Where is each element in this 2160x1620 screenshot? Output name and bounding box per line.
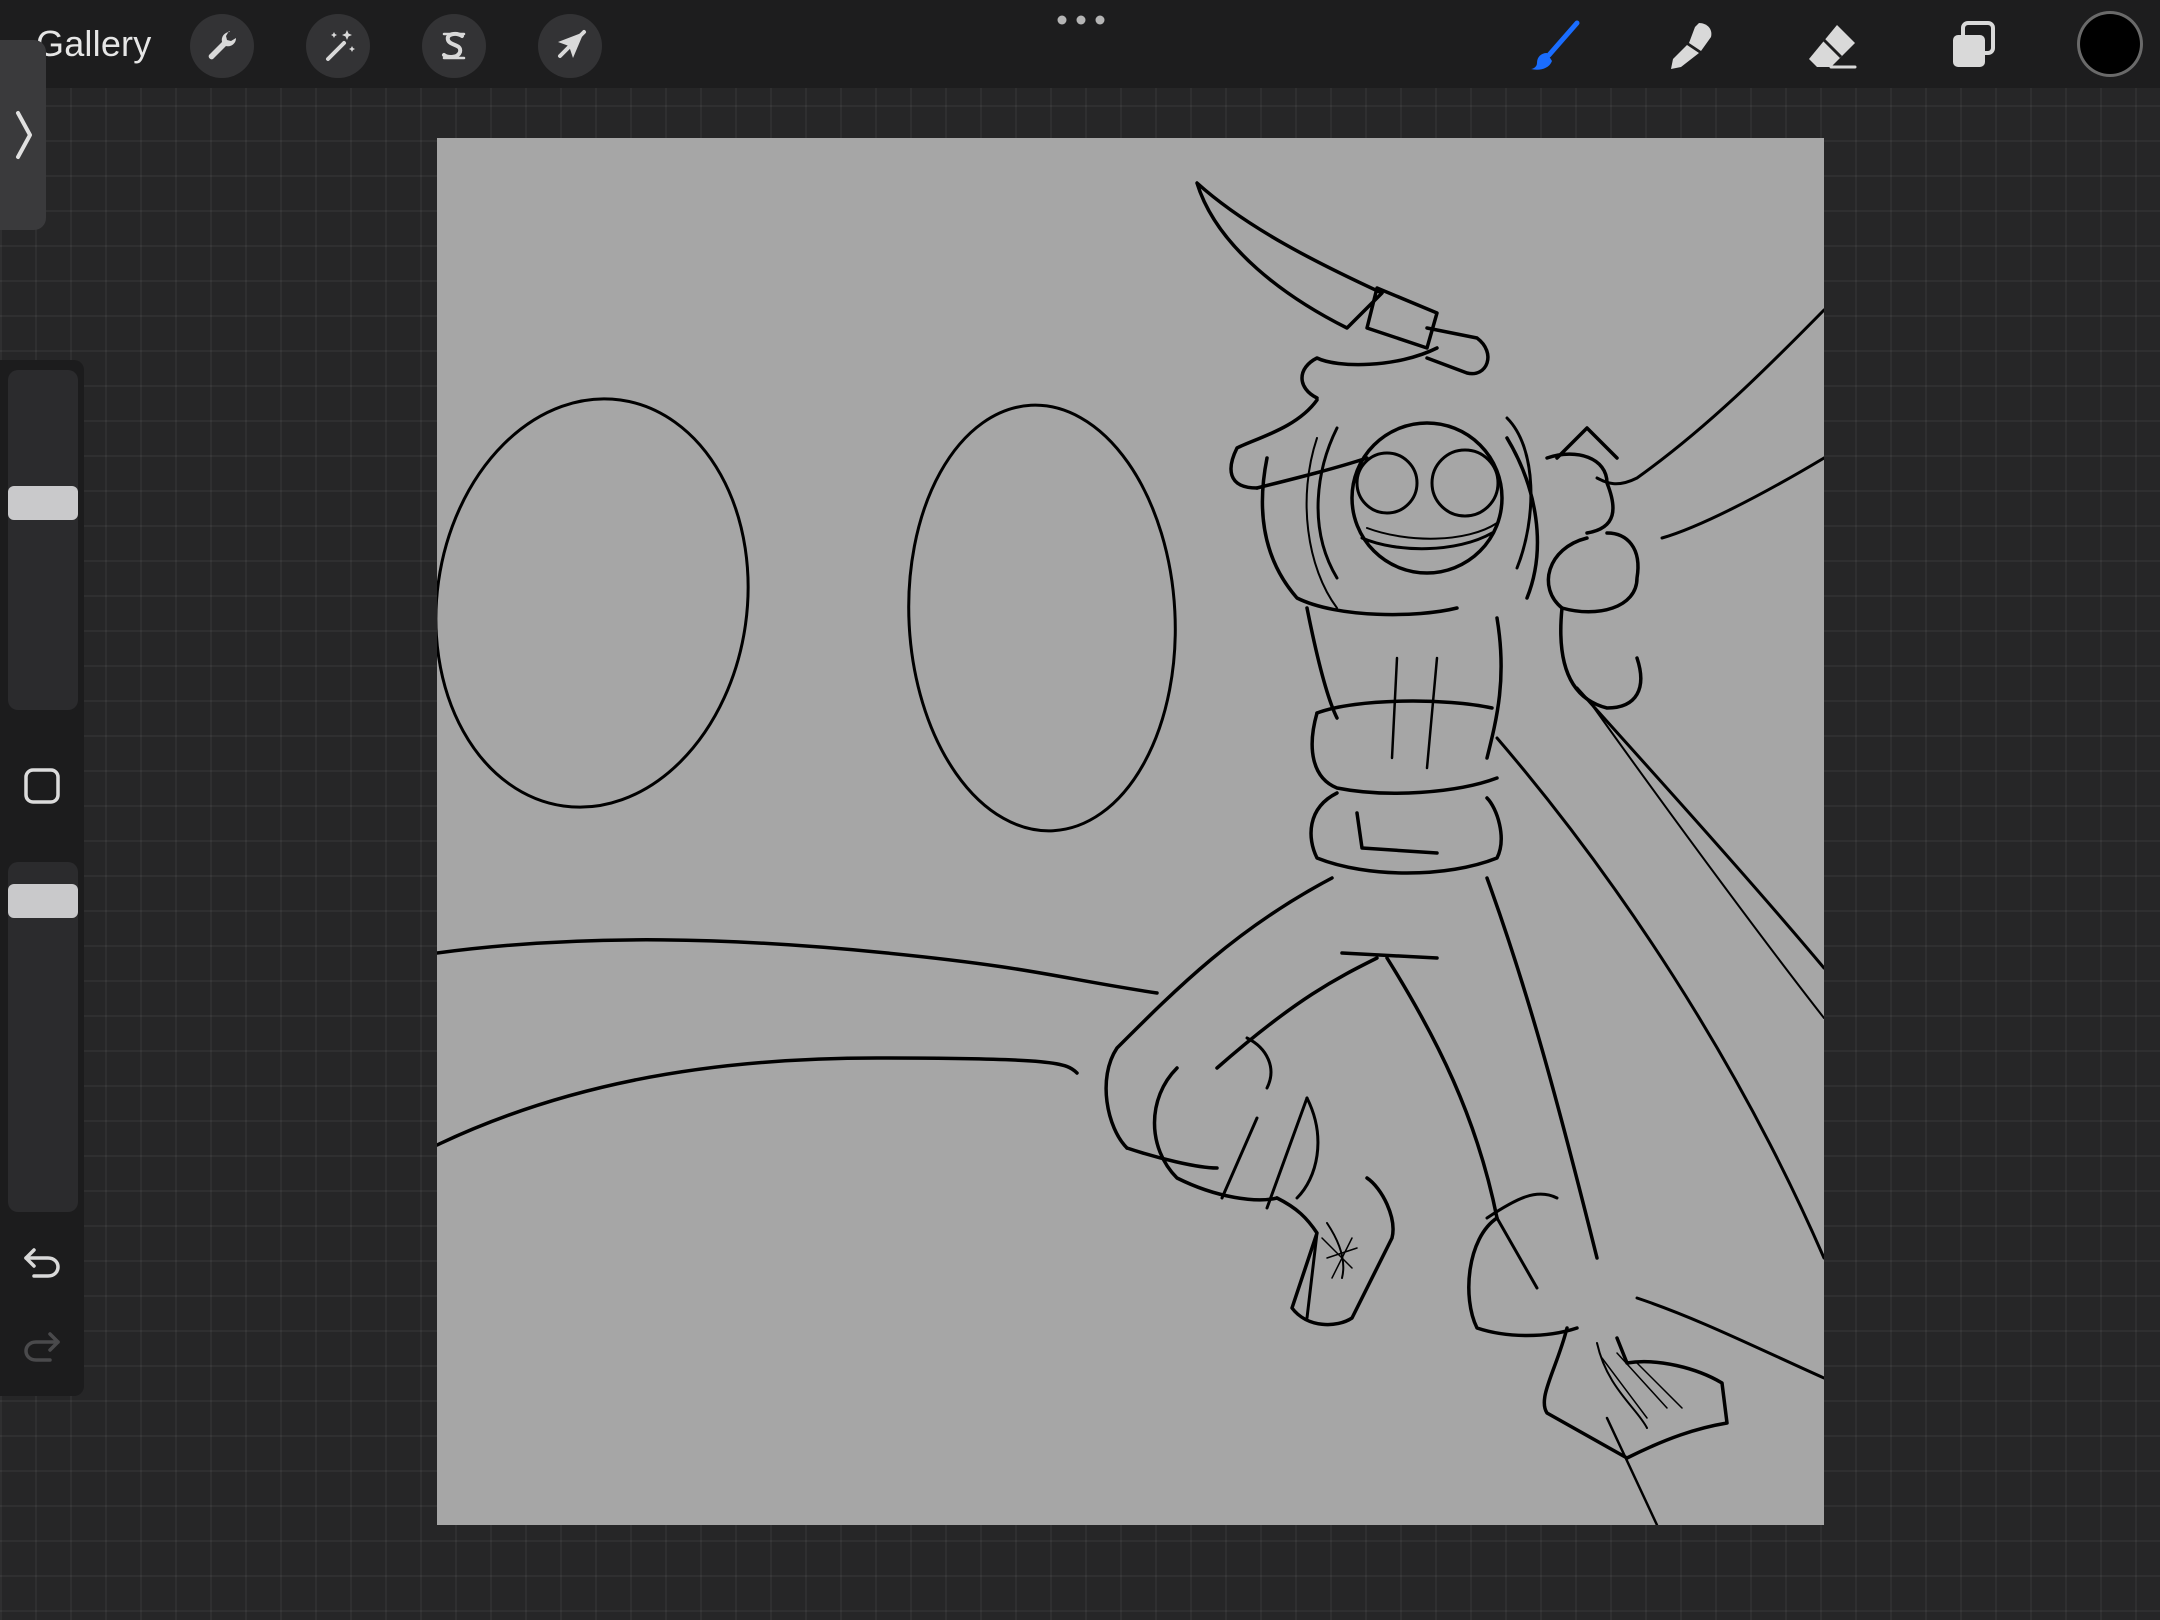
brush-tool-button[interactable]: [1522, 14, 1586, 78]
chevron-right-icon: [16, 111, 32, 159]
left-sidebar: [0, 360, 84, 1396]
transform-button[interactable]: [538, 14, 602, 78]
actions-button[interactable]: [190, 14, 254, 78]
brush-icon: [1531, 20, 1580, 70]
adjustments-button[interactable]: [306, 14, 370, 78]
opacity-thumb[interactable]: [8, 884, 78, 919]
sidebar-collapse-tab[interactable]: [0, 40, 46, 230]
eraser-icon: [1809, 25, 1857, 69]
selection-button[interactable]: [422, 14, 486, 78]
redo-button[interactable]: [20, 1324, 64, 1368]
sketch-artwork: [437, 181, 1824, 1525]
color-picker-button[interactable]: [2080, 14, 2140, 74]
eraser-tool-button[interactable]: [1800, 14, 1864, 78]
layers-icon: [1953, 21, 1995, 67]
layers-button[interactable]: [1942, 14, 2006, 78]
more-dots-icon[interactable]: [1054, 12, 1108, 28]
selection-s-icon: [442, 31, 466, 60]
wrench-icon: [208, 31, 237, 60]
arrow-cursor-icon: [558, 30, 586, 58]
redo-icon: [24, 1332, 60, 1362]
brush-size-thumb[interactable]: [8, 485, 78, 520]
magic-wand-icon: [326, 30, 355, 61]
top-toolbar: Gallery: [0, 0, 2160, 88]
undo-icon: [24, 1248, 60, 1278]
smudge-icon: [1671, 23, 1712, 69]
opacity-slider[interactable]: [8, 862, 78, 1212]
smudge-tool-button[interactable]: [1658, 14, 1722, 78]
square-modify-icon: [24, 768, 60, 804]
brush-size-slider[interactable]: [8, 370, 78, 710]
undo-button[interactable]: [20, 1240, 64, 1284]
modify-button[interactable]: [22, 766, 62, 806]
gallery-button[interactable]: Gallery: [36, 20, 151, 68]
drawing-canvas[interactable]: [437, 138, 1824, 1525]
